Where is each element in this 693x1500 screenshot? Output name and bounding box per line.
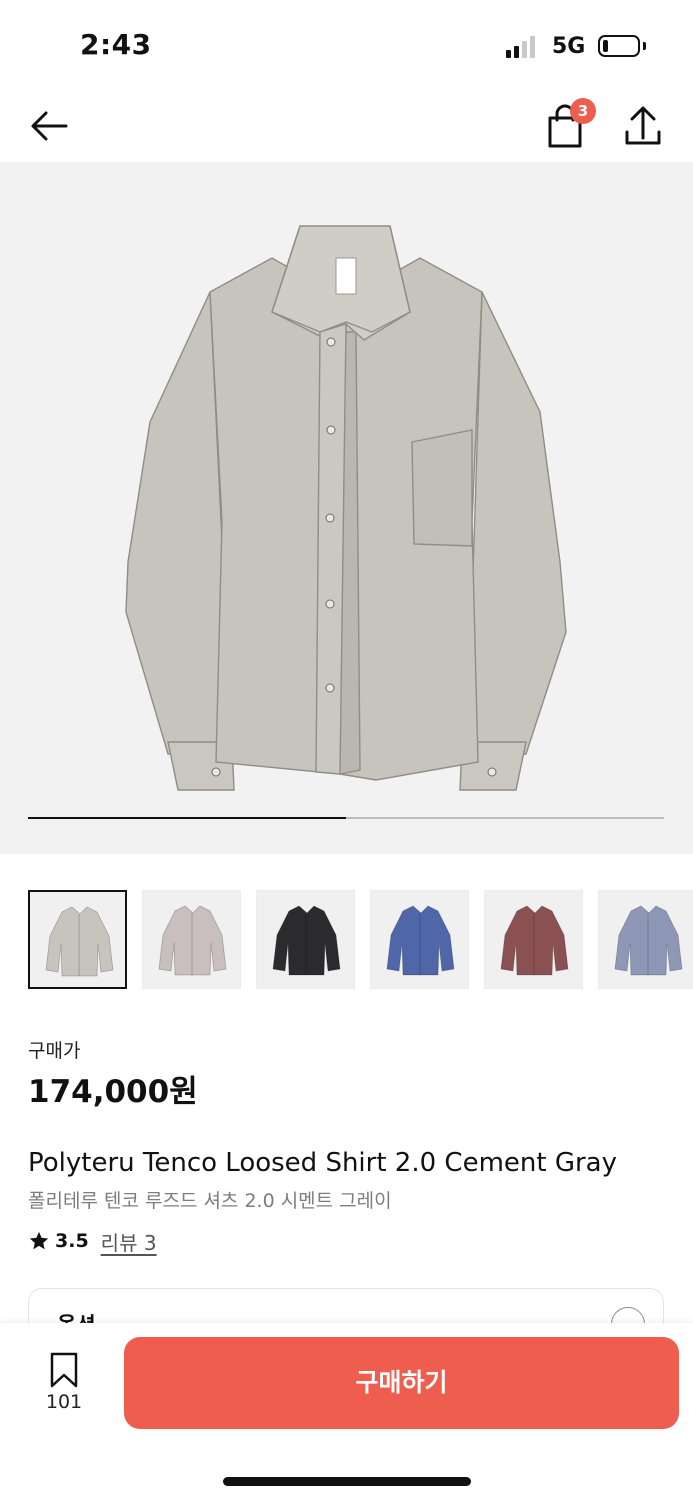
share-icon: [625, 106, 661, 145]
cart-button[interactable]: 3: [542, 98, 598, 152]
star-icon: [29, 1231, 49, 1250]
home-indicator: [223, 1477, 471, 1486]
color-thumbnail[interactable]: [256, 890, 355, 989]
arrow-left-icon: [31, 111, 68, 141]
shirt-thumbnail-image: [158, 905, 227, 976]
shirt-thumbnail-image: [614, 905, 683, 976]
color-thumbnail[interactable]: [28, 890, 127, 989]
bookmark-count: 101: [45, 1391, 83, 1413]
shirt-thumbnail-image: [386, 905, 455, 976]
top-navigation-bar: 3: [0, 90, 693, 160]
product-photo: [125, 225, 567, 791]
shirt-thumbnail-image: [45, 906, 114, 977]
color-thumbnail-list: [28, 890, 693, 990]
color-thumbnail[interactable]: [370, 890, 469, 989]
back-button[interactable]: [26, 102, 74, 150]
rating-row: 3.5 리뷰 3: [28, 1226, 157, 1256]
product-image-carousel[interactable]: [0, 162, 693, 854]
price-value: 174,000원: [28, 1074, 198, 1110]
battery-cap: [643, 42, 646, 50]
rating-value: 3.5: [55, 1230, 89, 1252]
product-title-ko: 폴리테루 텐코 루즈드 셔츠 2.0 시멘트 그레이: [28, 1190, 392, 1212]
color-thumbnail[interactable]: [142, 890, 241, 989]
product-title-en: Polyteru Tenco Loosed Shirt 2.0 Cement G…: [28, 1148, 617, 1178]
bottom-action-bar: 101 구매하기: [0, 1323, 693, 1500]
network-type: 5G: [552, 34, 586, 59]
cellular-signal-icon: [506, 34, 542, 58]
color-thumbnail[interactable]: [598, 890, 693, 989]
bookmark-button[interactable]: 101: [38, 1351, 90, 1423]
battery-icon: [598, 35, 640, 57]
carousel-progress-bar: [28, 817, 664, 819]
status-bar: 2:43 5G: [0, 0, 693, 90]
bookmark-icon: [50, 1352, 78, 1388]
status-time: 2:43: [80, 28, 152, 61]
share-button[interactable]: [620, 98, 668, 152]
cart-count-badge: 3: [570, 98, 596, 124]
price-label: 구매가: [28, 1040, 81, 1062]
buy-button[interactable]: 구매하기: [124, 1337, 679, 1429]
shirt-thumbnail-image: [500, 905, 569, 976]
shirt-thumbnail-image: [272, 905, 341, 976]
color-thumbnail[interactable]: [484, 890, 583, 989]
review-link[interactable]: 리뷰 3: [101, 1227, 157, 1256]
carousel-progress-fill: [28, 817, 346, 819]
